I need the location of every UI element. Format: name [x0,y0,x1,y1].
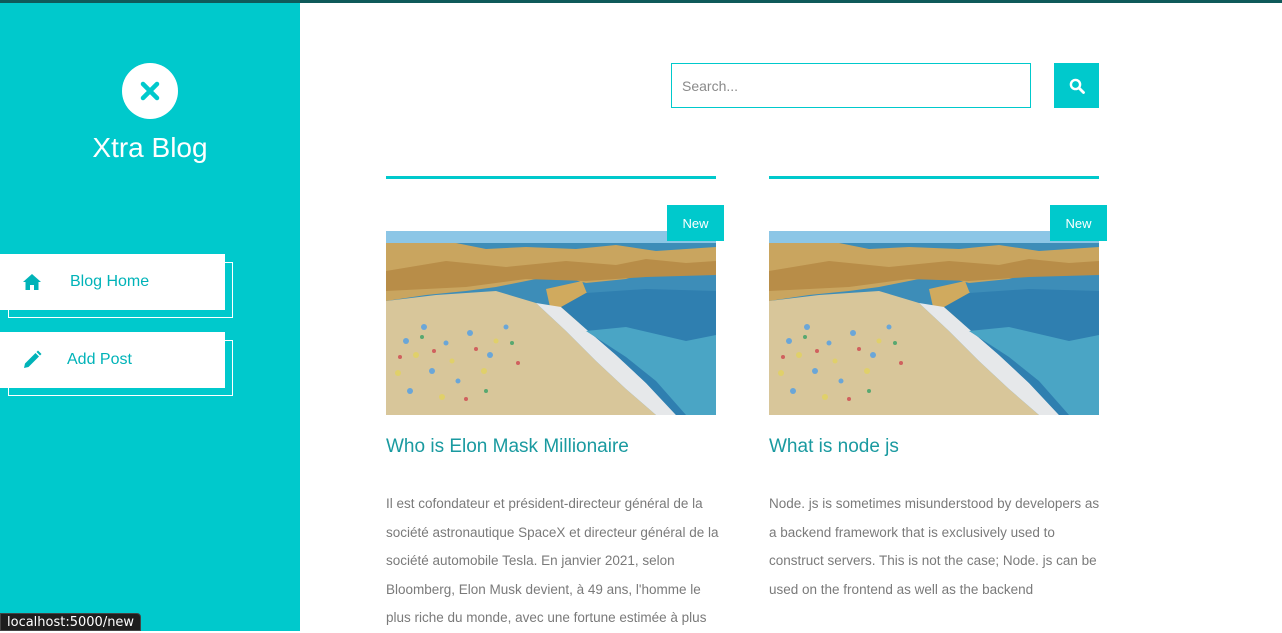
sidebar-item-label: Blog Home [70,273,150,290]
sidebar-item-blog-home[interactable]: Blog Home [0,254,233,318]
card-top-border [386,176,716,179]
home-icon [20,270,44,294]
post-image-beach[interactable] [386,231,716,415]
link-status-bar: localhost:5000/new [0,613,142,631]
search-button[interactable] [1054,63,1099,108]
post-title[interactable]: Who is Elon Mask Millionaire [386,436,726,458]
status-badge: New [667,205,724,241]
sidebar-item-label: Add Post [67,351,132,368]
site-title[interactable]: Xtra Blog [0,132,300,164]
close-x-icon[interactable] [122,63,178,119]
status-badge: New [1050,205,1107,241]
top-accent-line [0,0,1282,3]
post-title[interactable]: What is node js [769,436,1109,458]
pencil-icon [20,348,44,372]
search-icon [1069,78,1085,94]
sidebar-item-add-post[interactable]: Add Post [0,332,233,396]
post-image-beach[interactable] [769,231,1099,415]
post-excerpt: Node. js is sometimes misunderstood by d… [769,496,1100,597]
post-excerpt: Il est cofondateur et président-directeu… [386,496,719,625]
search-input[interactable] [671,63,1031,108]
sidebar: Xtra Blog Blog Home Add Post [0,0,300,631]
card-top-border [769,176,1099,179]
